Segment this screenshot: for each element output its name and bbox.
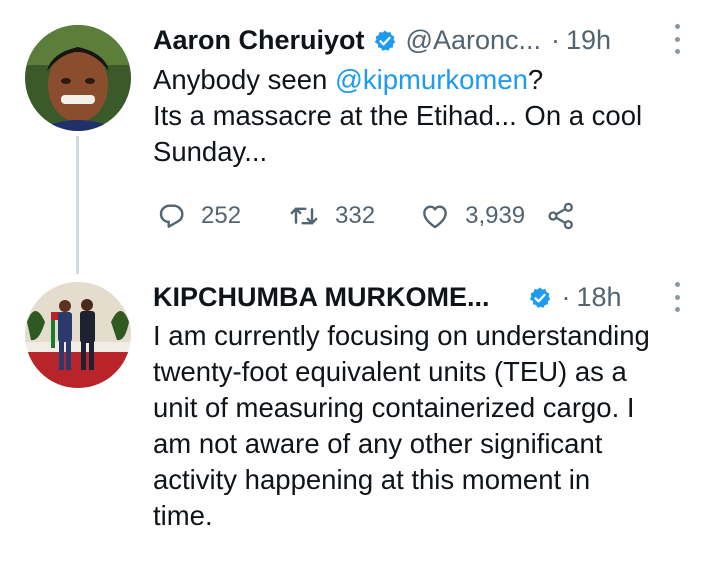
like-count: 3,939 — [465, 202, 526, 229]
tweet-timestamp[interactable]: 19h — [566, 25, 611, 56]
tweet-text-line: Sunday... — [153, 136, 268, 167]
share-icon — [545, 200, 577, 232]
tweet-timestamp[interactable]: 18h — [577, 282, 622, 313]
mention-link[interactable]: @kipmurkomen — [335, 64, 528, 95]
retweet-count: 332 — [335, 202, 376, 229]
reply-button[interactable]: 252 — [155, 200, 241, 232]
like-button[interactable]: 3,939 — [419, 200, 525, 232]
tweet-text-line: Its a massacre at the Etihad... On a coo… — [153, 100, 643, 131]
retweet-button[interactable]: 332 — [287, 200, 375, 232]
like-icon — [419, 200, 451, 232]
tweet-text: Anybody seen @kipmurkomen? Its a massacr… — [153, 62, 642, 170]
author-name[interactable]: KIPCHUMBA MURKOME... — [153, 282, 490, 313]
tweet-text-line: I am currently focusing on understanding — [153, 320, 650, 351]
tweet-kipchumba: KIPCHUMBA MURKOME... · 18h I am currentl… — [0, 270, 720, 564]
reply-count: 252 — [201, 202, 242, 229]
separator-dot: · — [551, 25, 560, 55]
tweet-text-line: time. — [153, 500, 213, 531]
tweet-text-line: am not aware of any other significant — [153, 428, 603, 459]
thread-connector-line — [76, 136, 79, 274]
author-handle[interactable]: @Aaronc... — [406, 25, 541, 56]
separator-dot: · — [561, 282, 571, 312]
more-options-icon[interactable] — [672, 282, 682, 312]
tweet-aaron: Aaron Cheruiyot @Aaronc... · 19h Anybody… — [0, 0, 720, 274]
action-bar: 252 332 3,939 — [155, 200, 577, 232]
tweet-header: KIPCHUMBA MURKOME... · 18h — [153, 282, 622, 313]
tweet-text-line: unit of measuring containerized cargo. I — [153, 392, 635, 423]
tweet-text-line: Anybody seen — [153, 64, 335, 95]
avatar-aaron[interactable] — [25, 25, 131, 131]
tweet-text-line: twenty-foot equivalent units (TEU) as a — [153, 356, 627, 387]
author-name[interactable]: Aaron Cheruiyot — [153, 25, 365, 56]
verified-badge-icon — [528, 286, 552, 310]
more-options-icon[interactable] — [672, 24, 682, 54]
share-button[interactable] — [545, 200, 577, 232]
avatar-kipchumba[interactable] — [25, 282, 131, 388]
tweet-text-line: activity happening at this moment in — [153, 464, 591, 495]
retweet-icon — [287, 200, 321, 232]
tweet-text-punct: ? — [527, 64, 544, 95]
tweet-text: I am currently focusing on understanding… — [153, 318, 650, 534]
verified-badge-icon — [373, 29, 397, 53]
tweet-header: Aaron Cheruiyot @Aaronc... · 19h — [153, 25, 611, 56]
reply-icon — [155, 200, 187, 232]
